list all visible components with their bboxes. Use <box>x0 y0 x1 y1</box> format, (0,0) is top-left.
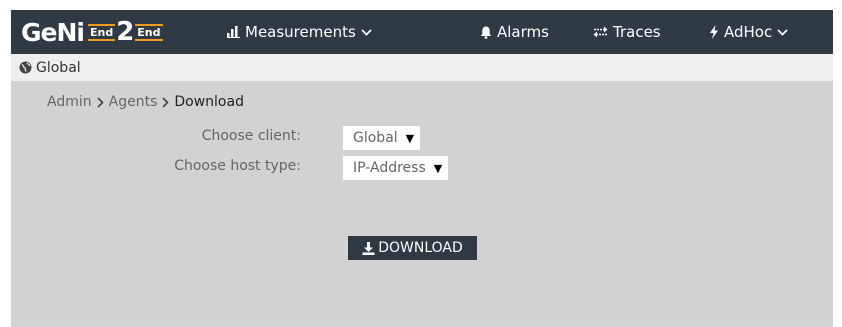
nav-measurements-label: Measurements <box>245 23 356 41</box>
breadcrumb-download: Download <box>174 94 244 110</box>
download-button-label: DOWNLOAD <box>378 240 463 256</box>
logo-end-top: End <box>87 23 116 41</box>
nav-adhoc-label: AdHoc <box>724 23 773 41</box>
nav-alarms-label: Alarms <box>497 23 549 41</box>
chevron-down-icon <box>777 28 788 36</box>
dropdown-arrow-icon: ▼ <box>405 131 415 145</box>
client-label: Choose client: <box>201 128 301 144</box>
host-type-select[interactable]: IP-Address ▼ <box>343 156 449 180</box>
nav-adhoc[interactable]: AdHoc <box>709 10 793 54</box>
globe-icon <box>19 61 32 74</box>
chevron-down-icon <box>361 28 372 36</box>
host-type-select-value: IP-Address <box>353 160 426 176</box>
dropdown-arrow-icon: ▼ <box>433 161 443 175</box>
breadcrumb-admin[interactable]: Admin <box>47 94 92 110</box>
exchange-icon <box>593 26 608 38</box>
bell-icon <box>480 26 492 39</box>
nav-traces[interactable]: Traces <box>593 10 661 54</box>
client-select[interactable]: Global ▼ <box>343 126 421 150</box>
top-navbar: GeNi End 2 End Measurements Alarms Trace… <box>11 10 833 54</box>
logo-text: GeNi <box>21 17 85 47</box>
bolt-icon <box>710 25 718 39</box>
chevron-right-icon <box>97 96 104 108</box>
scope-bar: Global <box>11 54 833 81</box>
host-type-label: Choose host type: <box>174 158 301 174</box>
bar-chart-icon <box>227 26 240 38</box>
app-logo[interactable]: GeNi End 2 End <box>21 15 163 49</box>
download-icon <box>362 241 375 255</box>
nav-alarms[interactable]: Alarms <box>480 10 549 54</box>
logo-end-bottom: End <box>135 23 163 41</box>
nav-measurements[interactable]: Measurements <box>227 10 377 54</box>
app-window: GeNi End 2 End Measurements Alarms Trace… <box>11 10 833 327</box>
chevron-right-icon <box>162 96 169 108</box>
breadcrumb-agents[interactable]: Agents <box>109 94 158 110</box>
client-select-value: Global <box>353 130 398 146</box>
breadcrumb: Admin Agents Download <box>47 94 244 110</box>
download-button[interactable]: DOWNLOAD <box>348 236 477 260</box>
logo-two: 2 <box>116 17 135 47</box>
scope-label[interactable]: Global <box>36 60 81 76</box>
nav-traces-label: Traces <box>613 23 661 41</box>
